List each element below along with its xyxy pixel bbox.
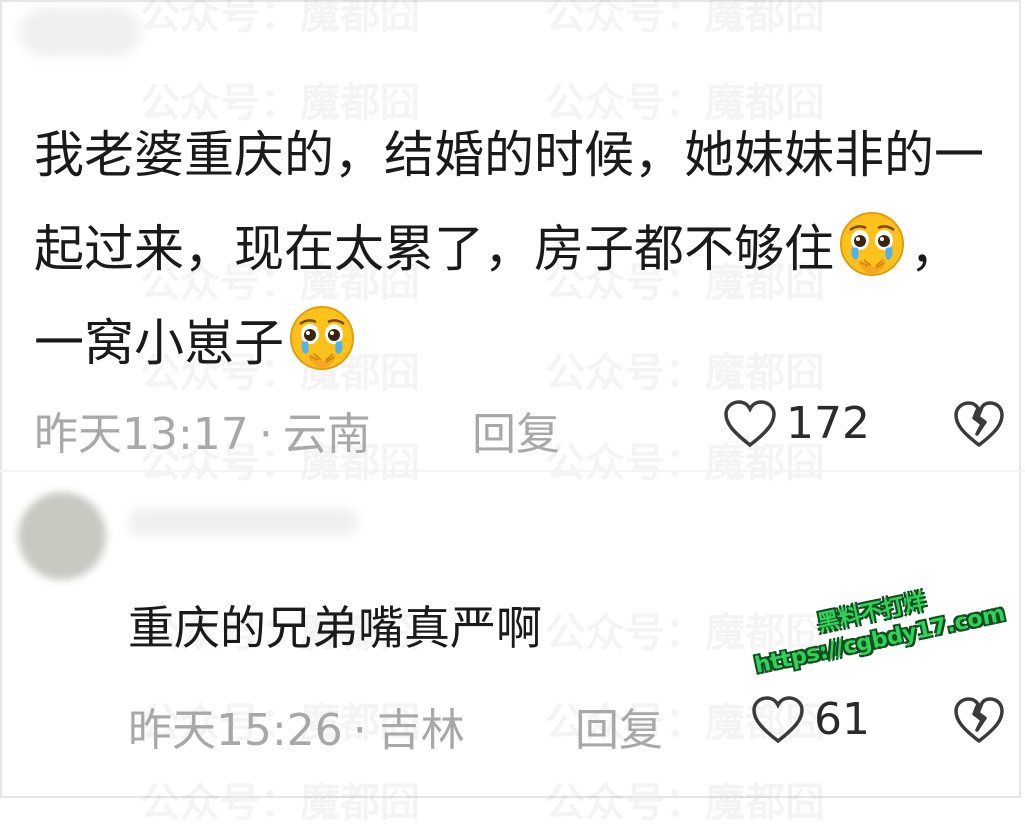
comment-timestamp: 昨天15:26 · 吉林 bbox=[128, 694, 465, 758]
location-text: 吉林 bbox=[376, 705, 465, 756]
like-button[interactable]: 172 bbox=[722, 398, 870, 449]
broken-heart-icon[interactable] bbox=[953, 400, 1005, 450]
pleading-crying-face-icon bbox=[290, 306, 354, 370]
comment-body: 重庆的兄弟嘴真严啊 bbox=[128, 601, 542, 655]
blurred-username bbox=[128, 508, 358, 536]
comment-meta: 昨天15:26 · 吉林 回复 61 bbox=[0, 694, 1025, 756]
avatar[interactable] bbox=[18, 492, 106, 580]
blurred-username bbox=[20, 8, 140, 56]
comment-item: 我老婆重庆的，结婚的时候，她妹妹非的一起过来，现在太累了，房子都不够住 ，一窝小… bbox=[0, 0, 1025, 470]
like-count: 172 bbox=[786, 398, 870, 449]
comment-timestamp: 昨天13:17 · 云南 bbox=[34, 398, 371, 462]
broken-heart-icon[interactable] bbox=[953, 696, 1005, 746]
comment-meta: 昨天13:17 · 云南 回复 172 bbox=[0, 398, 1025, 460]
reply-button[interactable]: 回复 bbox=[472, 398, 560, 462]
like-count: 61 bbox=[814, 694, 870, 745]
separator-dot: · bbox=[352, 705, 367, 756]
time-text: 昨天15:26 bbox=[128, 705, 343, 756]
location-text: 云南 bbox=[282, 409, 371, 460]
separator-dot: · bbox=[258, 409, 273, 460]
reply-button[interactable]: 回复 bbox=[575, 694, 663, 758]
time-text: 昨天13:17 bbox=[34, 409, 249, 460]
comment-body: 我老婆重庆的，结婚的时候，她妹妹非的一起过来，现在太累了，房子都不够住 ，一窝小… bbox=[34, 108, 994, 390]
pleading-crying-face-icon bbox=[840, 212, 904, 276]
heart-icon bbox=[724, 399, 776, 447]
